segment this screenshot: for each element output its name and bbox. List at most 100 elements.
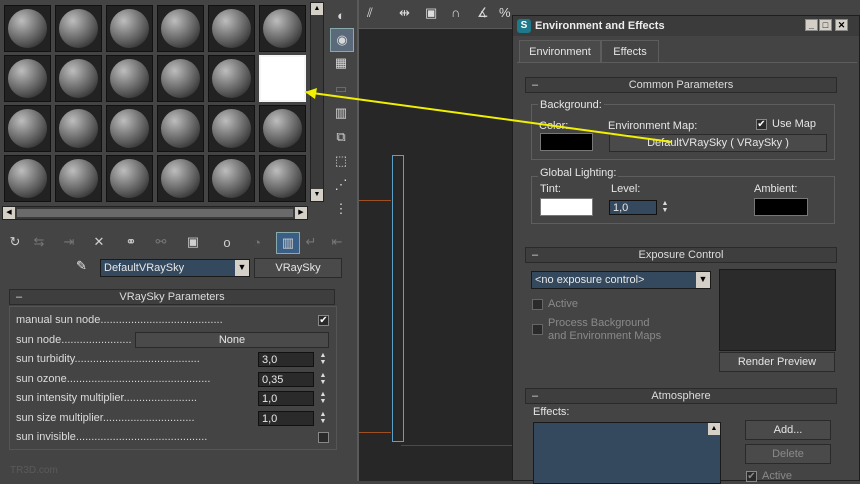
atmosphere-active-checkbox[interactable]: ✔ [746, 471, 757, 482]
show-map-in-viewport-icon[interactable]: o [216, 232, 238, 252]
minimize-icon[interactable]: _ [805, 19, 818, 31]
common-params-header[interactable]: – Common Parameters [525, 77, 837, 93]
material-slot[interactable] [4, 155, 51, 202]
use-map-checkbox[interactable]: ✔ [756, 119, 767, 130]
material-slot[interactable] [259, 155, 306, 202]
put-to-scene-icon[interactable]: ⇆ [28, 232, 50, 252]
collapse-icon[interactable]: – [532, 248, 538, 262]
go-forward-sibling-icon[interactable]: ↵ [300, 232, 322, 252]
material-slot[interactable] [157, 155, 204, 202]
sun-invisible-checkbox[interactable] [318, 432, 329, 443]
reset-map-icon[interactable]: ✕ [88, 232, 110, 252]
show-end-result-icon[interactable]: ◔ [246, 232, 268, 252]
render-preview-button[interactable]: Render Preview [719, 352, 835, 372]
material-slot[interactable] [106, 105, 153, 152]
material-slot[interactable] [55, 105, 102, 152]
scroll-up-icon[interactable]: ▲ [708, 423, 720, 435]
material-slot[interactable] [55, 155, 102, 202]
scroll-up-icon[interactable]: ▲ [311, 3, 323, 15]
material-navigator-icon[interactable]: ⋮ [330, 198, 352, 220]
video-color-check-icon[interactable]: ▥ [330, 102, 352, 124]
go-forward-icon[interactable]: ⇤ [326, 232, 348, 252]
material-slot[interactable] [106, 5, 153, 52]
material-slot[interactable] [259, 105, 306, 152]
material-slot[interactable] [4, 105, 51, 152]
material-slot[interactable] [208, 55, 255, 102]
material-slot[interactable] [55, 5, 102, 52]
mirror-icon[interactable]: ⇹ [399, 5, 410, 21]
material-slot[interactable] [157, 105, 204, 152]
process-background-checkbox[interactable] [532, 324, 543, 335]
vraysky-rollout-header[interactable]: – VRaySky Parameters [9, 289, 335, 305]
angle-snap-icon[interactable]: ∡ [477, 5, 489, 21]
sun-size-field[interactable]: 1,0 [258, 411, 314, 426]
sample-type-icon[interactable]: ◐ [330, 4, 352, 26]
atmosphere-header[interactable]: – Atmosphere [525, 388, 837, 404]
scroll-right-icon[interactable]: ▶ [295, 207, 307, 219]
material-slot[interactable] [4, 5, 51, 52]
background-color-swatch[interactable] [540, 133, 593, 151]
manual-sun-node-checkbox[interactable]: ✔ [318, 315, 329, 326]
close-icon[interactable]: ✕ [835, 19, 848, 31]
level-spinner[interactable]: ▲ ▼ [660, 200, 670, 215]
collapse-icon[interactable]: – [532, 389, 538, 403]
backlight-icon[interactable]: ◉ [330, 28, 354, 52]
align-icon[interactable]: ▣ [425, 5, 437, 21]
sun-node-button[interactable]: None [135, 332, 329, 348]
ambient-color-swatch[interactable] [754, 198, 808, 216]
pick-material-icon[interactable]: ✎ [76, 258, 94, 276]
delete-effect-button[interactable]: Delete [745, 444, 831, 464]
dialog-titlebar[interactable]: S Environment and Effects _ □ ✕ [513, 16, 859, 36]
material-name-dropdown[interactable]: DefaultVRaySky ▼ [100, 259, 250, 277]
snap-icon[interactable]: ∩ [451, 5, 460, 20]
viewport[interactable] [357, 0, 514, 481]
put-to-library-icon[interactable]: ⚯ [150, 232, 172, 252]
material-slot[interactable] [157, 5, 204, 52]
material-slot[interactable] [106, 155, 153, 202]
material-slot[interactable] [55, 55, 102, 102]
sun-ozone-spinner[interactable]: ▲ ▼ [318, 372, 328, 387]
options-icon[interactable]: ⬚ [330, 150, 352, 172]
uv-tiling-icon[interactable]: ▭ [330, 78, 352, 100]
exposure-type-dropdown[interactable]: <no exposure control> ▼ [531, 271, 711, 289]
maximize-icon[interactable]: □ [819, 19, 832, 31]
tab-effects[interactable]: Effects [601, 40, 659, 62]
percent-snap-icon[interactable]: % [499, 5, 511, 20]
chevron-down-icon[interactable]: ▼ [696, 272, 710, 288]
background-checker-icon[interactable]: ▦ [330, 52, 352, 74]
env-map-button[interactable]: DefaultVRaySky ( VRaySky ) [609, 134, 827, 152]
tint-color-swatch[interactable] [540, 198, 593, 216]
tab-environment[interactable]: Environment [519, 40, 601, 62]
make-preview-icon[interactable]: ⧉ [330, 126, 352, 148]
chevron-down-icon[interactable]: ▼ [235, 260, 249, 276]
sun-size-spinner[interactable]: ▲ ▼ [318, 411, 328, 426]
scroll-left-icon[interactable]: ◀ [3, 207, 15, 219]
sun-turbidity-field[interactable]: 3,0 [258, 352, 314, 367]
material-slot[interactable] [259, 55, 306, 102]
sun-intensity-spinner[interactable]: ▲ ▼ [318, 391, 328, 406]
scroll-thumb[interactable] [17, 209, 293, 217]
exposure-active-checkbox[interactable] [532, 299, 543, 310]
get-material-icon[interactable]: ↻ [4, 232, 26, 252]
scroll-down-icon[interactable]: ▼ [311, 189, 323, 201]
sun-turbidity-spinner[interactable]: ▲ ▼ [318, 352, 328, 367]
select-by-material-icon[interactable]: ⋰ [330, 174, 352, 196]
named-selection-icon[interactable]: ⫽ [367, 5, 373, 21]
material-slot[interactable] [106, 55, 153, 102]
collapse-icon[interactable]: – [532, 78, 538, 92]
assign-to-selection-icon[interactable]: ⇥ [58, 232, 80, 252]
add-effect-button[interactable]: Add... [745, 420, 831, 440]
sun-intensity-field[interactable]: 1,0 [258, 391, 314, 406]
go-to-parent-icon[interactable]: ▥ [276, 232, 300, 254]
material-slot[interactable] [208, 105, 255, 152]
material-id-icon[interactable]: ▣ [182, 232, 204, 252]
material-slot[interactable] [259, 5, 306, 52]
material-slot[interactable] [208, 5, 255, 52]
material-slot[interactable] [4, 55, 51, 102]
material-slot[interactable] [157, 55, 204, 102]
exposure-control-header[interactable]: – Exposure Control [525, 247, 837, 263]
make-unique-icon[interactable]: ⚭ [120, 232, 142, 252]
slots-hscroll[interactable]: ◀ ▶ [2, 206, 308, 220]
material-type-button[interactable]: VRaySky [254, 258, 342, 278]
effects-list[interactable]: ▲ [533, 422, 721, 484]
